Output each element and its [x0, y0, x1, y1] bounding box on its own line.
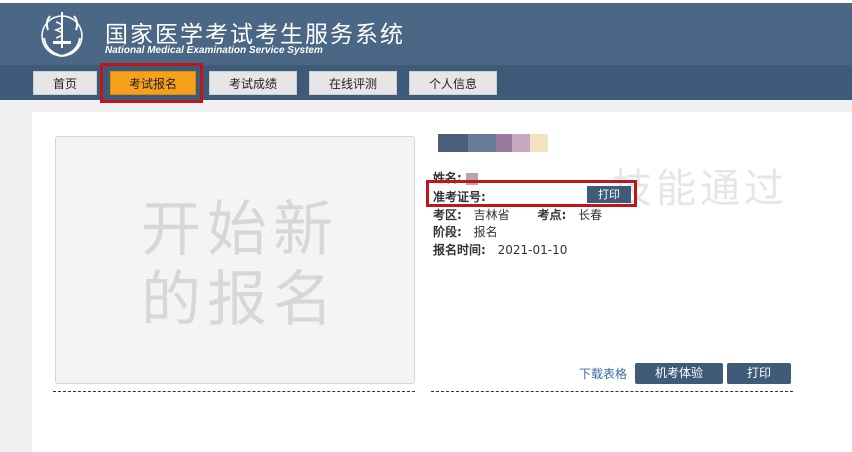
- region-label: 考区:: [433, 208, 462, 222]
- top-edge: [0, 0, 852, 3]
- app-subtitle: National Medical Examination Service Sys…: [105, 45, 323, 56]
- download-form-link[interactable]: 下载表格: [579, 365, 627, 382]
- time-row: 报名时间: 2021-01-10: [433, 241, 567, 258]
- app-title: 国家医学考试考生服务系统: [105, 22, 405, 48]
- time-label: 报名时间:: [433, 243, 486, 257]
- divider-right: [431, 391, 793, 392]
- exam-trial-button[interactable]: 机考体验: [635, 363, 723, 384]
- tab-personal-info[interactable]: 个人信息: [409, 71, 497, 95]
- region-value: 吉林省: [473, 208, 510, 222]
- divider-left: [53, 391, 415, 392]
- tab-home[interactable]: 首页: [33, 71, 97, 95]
- tab-exam-scores[interactable]: 考试成绩: [209, 71, 297, 95]
- tab-online-assessment[interactable]: 在线评测: [309, 71, 397, 95]
- stage-row: 阶段: 报名: [433, 223, 498, 240]
- header-bar: 国家医学考试考生服务系统 National Medical Examinatio…: [0, 0, 852, 65]
- redacted-name-banner: [438, 134, 548, 152]
- new-registration-placeholder: 开始新的报名: [141, 195, 339, 335]
- site-value: 长春: [578, 208, 603, 222]
- medical-emblem-icon: [41, 12, 83, 58]
- site-label: 考点:: [537, 208, 567, 222]
- left-margin: [0, 100, 32, 452]
- print-button[interactable]: 打印: [727, 363, 791, 384]
- stage-label: 阶段:: [433, 225, 462, 239]
- highlight-box-registration: [100, 63, 203, 103]
- region-row: 考区: 吉林省 考点: 长春: [433, 206, 602, 223]
- new-registration-card[interactable]: 开始新的报名: [55, 136, 415, 384]
- stage-value: 报名: [473, 225, 498, 239]
- watermark: 技能通过: [612, 166, 788, 212]
- highlight-box-ticket: [426, 180, 637, 207]
- time-value: 2021-01-10: [497, 243, 568, 257]
